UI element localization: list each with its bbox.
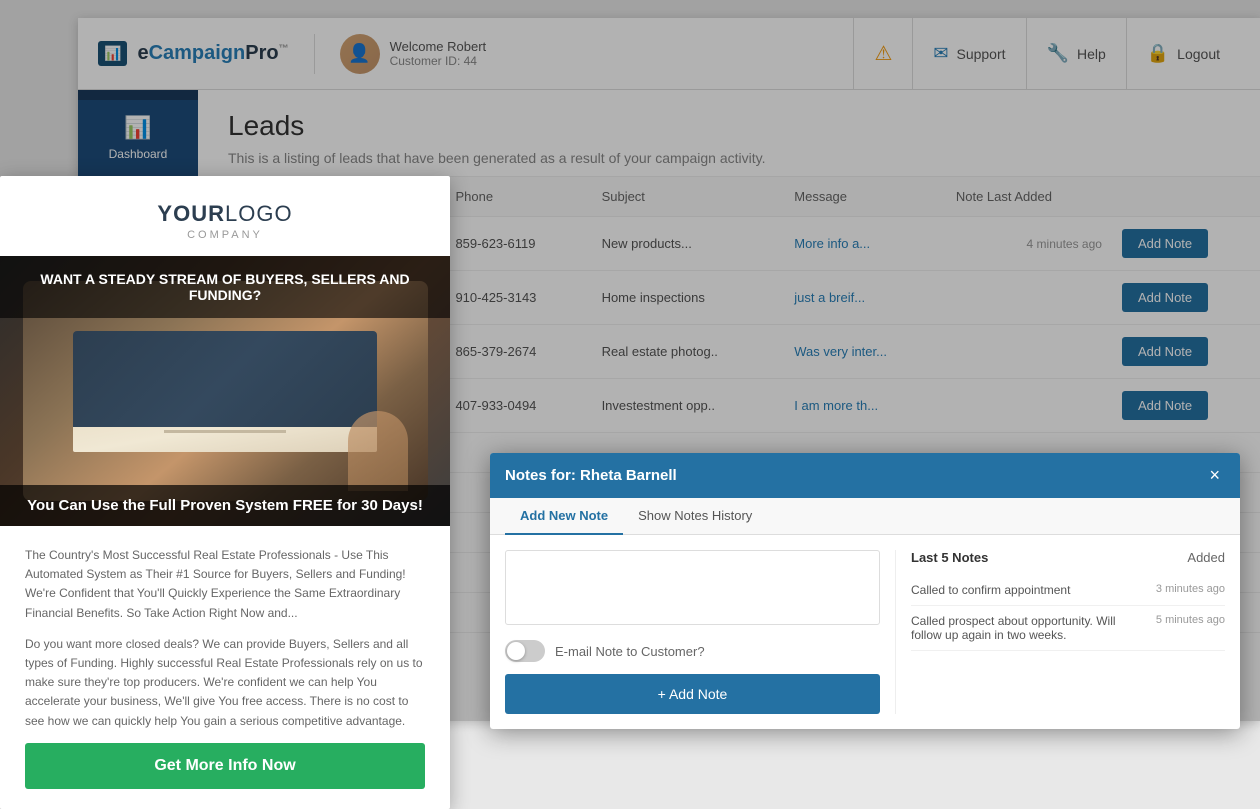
notes-close-button[interactable]: × [1204,465,1225,486]
ad-btn-bold: More Info [185,757,257,774]
notes-modal-title: Notes for: Rheta Barnell [505,467,677,484]
notes-right: Last 5 Notes Added Called to confirm app… [895,550,1225,714]
note-time: 5 minutes ago [1156,614,1225,626]
notes-tabs: Add New Note Show Notes History [490,498,1240,535]
notes-right-title: Last 5 Notes [911,550,988,565]
email-toggle[interactable] [505,640,545,662]
notes-right-added: Added [1187,550,1225,565]
ad-logo-title: YOURLOGO [20,201,430,227]
get-more-info-button[interactable]: Get More Info Now [25,743,425,789]
tab-show-history[interactable]: Show Notes History [623,498,767,535]
add-note-submit-button[interactable]: + Add Note [505,674,880,714]
ad-logo-company: COMPANY [20,229,430,241]
note-text: Called to confirm appointment [911,583,1146,597]
note-item: Called prospect about opportunity. Will … [911,606,1225,651]
ad-logo-your: YOUR [157,201,225,226]
ad-panel: YOURLOGO COMPANY WANT A STEADY STREAM OF… [0,176,450,809]
ad-body: The Country's Most Successful Real Estat… [0,526,450,809]
notes-body: E-mail Note to Customer? + Add Note Last… [490,535,1240,729]
ad-logo-logo: LOGO [225,201,293,226]
notes-modal-header: Notes for: Rheta Barnell × [490,453,1240,498]
ad-body-text2: Do you want more closed deals? We can pr… [25,635,425,731]
toggle-knob [507,642,525,660]
notes-left: E-mail Note to Customer? + Add Note [505,550,880,714]
notes-right-header: Last 5 Notes Added [911,550,1225,565]
note-item: Called to confirm appointment 3 minutes … [911,575,1225,606]
ad-banner-subtext: You Can Use the Full Proven System FREE … [0,485,450,526]
ad-banner-headline: WANT A STEADY STREAM OF BUYERS, SELLERS … [0,256,450,318]
note-textarea[interactable] [505,550,880,625]
notes-email-row: E-mail Note to Customer? [505,640,880,662]
ad-logo: YOURLOGO COMPANY [0,176,450,256]
email-toggle-label: E-mail Note to Customer? [555,644,705,659]
notes-modal: Notes for: Rheta Barnell × Add New Note … [490,453,1240,729]
note-time: 3 minutes ago [1156,583,1225,595]
ad-banner: WANT A STEADY STREAM OF BUYERS, SELLERS … [0,256,450,526]
tab-add-note[interactable]: Add New Note [505,498,623,535]
ad-body-text1: The Country's Most Successful Real Estat… [25,546,425,623]
note-text: Called prospect about opportunity. Will … [911,614,1146,642]
